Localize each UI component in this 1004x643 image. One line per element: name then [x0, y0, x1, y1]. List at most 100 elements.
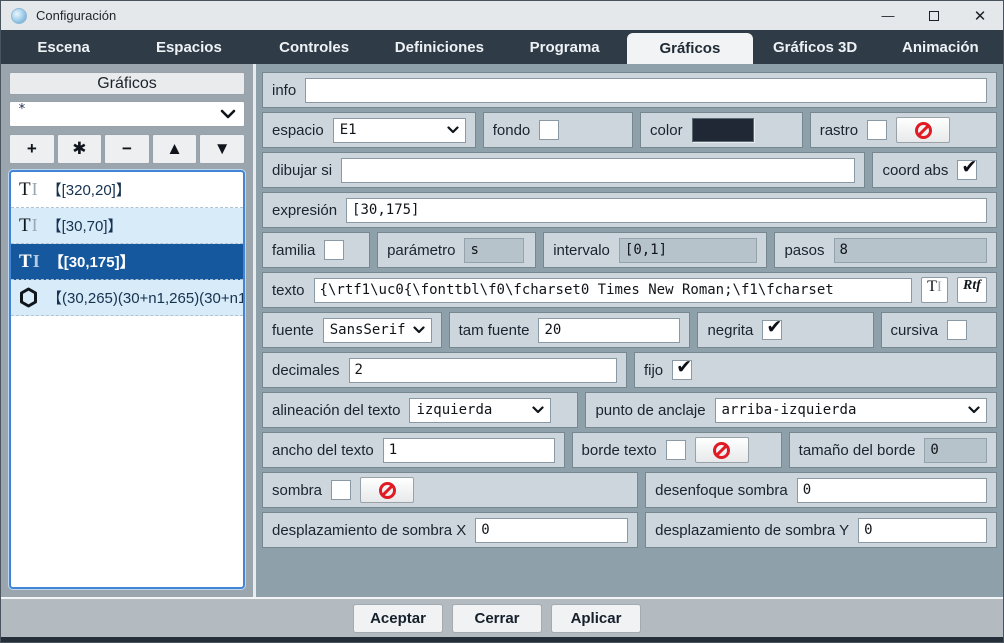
tamano-borde-label: tamaño del borde — [799, 442, 916, 459]
color-label: color — [650, 122, 683, 139]
tam-fuente-label: tam fuente — [459, 322, 530, 339]
familia-label: familia — [272, 242, 315, 259]
plain-text-button[interactable]: TI — [921, 277, 948, 303]
graphics-list: TI 【[320,20]】 TI 【[30,70]】 TI 【[30,175]】 — [9, 170, 245, 589]
alineacion-select[interactable]: izquierda — [409, 398, 551, 423]
desp-y-label: desplazamiento de sombra Y — [655, 522, 849, 539]
intervalo-cell: intervalo — [543, 232, 767, 268]
anclaje-label: punto de anclaje — [595, 402, 705, 419]
intervalo-label: intervalo — [553, 242, 610, 259]
checkmark: ✔ — [676, 358, 692, 377]
cursiva-checkbox[interactable] — [947, 320, 967, 340]
desp-y-input[interactable] — [858, 518, 987, 543]
borde-texto-checkbox[interactable] — [666, 440, 686, 460]
maximize-button[interactable] — [911, 1, 957, 30]
configuration-window: Configuración — ✕ Escena Espacios Contro… — [0, 0, 1004, 643]
tam-fuente-cell: tam fuente — [449, 312, 691, 348]
graphics-filter-combobox[interactable]: * — [9, 101, 245, 127]
list-item-selected[interactable]: TI 【[30,175]】 — [11, 244, 243, 280]
anclaje-select[interactable]: arriba-izquierda — [715, 398, 987, 423]
decimales-input[interactable] — [349, 358, 617, 383]
cerrar-button[interactable]: Cerrar — [452, 604, 542, 633]
move-up-button[interactable]: ▲ — [152, 134, 198, 164]
desenfoque-input[interactable] — [797, 478, 987, 503]
fijo-cell: fijo ✔ — [634, 352, 997, 388]
espacio-value: E1 — [340, 122, 441, 138]
dialog-footer: Aceptar Cerrar Aplicar — [1, 597, 1003, 637]
desp-x-input[interactable] — [475, 518, 628, 543]
title-bar: Configuración — ✕ — [1, 1, 1003, 30]
duplicate-graphic-button[interactable]: ✱ — [57, 134, 103, 164]
espacio-label: espacio — [272, 122, 324, 139]
familia-cell: familia — [262, 232, 370, 268]
espacio-select[interactable]: E1 — [333, 118, 466, 143]
aplicar-button[interactable]: Aplicar — [551, 604, 641, 633]
tab-animacion[interactable]: Animación — [878, 30, 1003, 64]
fuente-select[interactable]: SansSerif — [323, 318, 432, 343]
alineacion-cell: alineación del texto izquierda — [262, 392, 578, 428]
expresion-input[interactable] — [346, 198, 987, 223]
list-item[interactable]: 【(30,265)(30+n1,265)(30+n1 — [11, 280, 243, 316]
minimize-icon: — — [882, 8, 895, 23]
negrita-cell: negrita ✔ — [697, 312, 873, 348]
tab-graficos-3d[interactable]: Gráficos 3D — [753, 30, 878, 64]
rastro-no-trace-button[interactable] — [896, 117, 950, 143]
borde-texto-label: borde texto — [582, 442, 657, 459]
cursiva-cell: cursiva — [881, 312, 997, 348]
info-input[interactable] — [305, 78, 987, 103]
no-entry-icon — [379, 482, 396, 499]
chevron-down-icon — [220, 109, 236, 119]
tab-bar: Escena Espacios Controles Definiciones P… — [1, 30, 1003, 64]
pasos-cell: pasos — [774, 232, 997, 268]
minimize-button[interactable]: — — [865, 1, 911, 30]
ancho-texto-input[interactable] — [383, 438, 555, 463]
expresion-cell: expresión — [262, 192, 997, 228]
rtf-icon: Rtf — [963, 278, 981, 294]
fondo-cell: fondo — [483, 112, 633, 148]
tab-definiciones[interactable]: Definiciones — [377, 30, 502, 64]
window-controls: — ✕ — [865, 1, 1003, 30]
tab-escena[interactable]: Escena — [1, 30, 126, 64]
list-item-label: 【[30,175]】 — [49, 251, 135, 272]
dibujar-si-label: dibujar si — [272, 162, 332, 179]
rtf-editor-button[interactable]: Rtf — [957, 277, 987, 303]
desenfoque-cell: desenfoque sombra — [645, 472, 997, 508]
add-graphic-button[interactable]: + — [9, 134, 55, 164]
list-item[interactable]: TI 【[320,20]】 — [11, 172, 243, 208]
coord-abs-label: coord abs — [882, 162, 948, 179]
intervalo-input — [619, 238, 758, 263]
fijo-label: fijo — [644, 362, 663, 379]
tab-controles[interactable]: Controles — [252, 30, 377, 64]
texto-label: texto — [272, 282, 305, 299]
info-label: info — [272, 82, 296, 99]
tab-espacios[interactable]: Espacios — [126, 30, 251, 64]
tab-graficos[interactable]: Gráficos — [627, 33, 752, 64]
fondo-checkbox[interactable] — [539, 120, 559, 140]
aceptar-button[interactable]: Aceptar — [353, 604, 443, 633]
dibujar-si-input[interactable] — [341, 158, 855, 183]
list-item[interactable]: TI 【[30,70]】 — [11, 208, 243, 244]
sombra-no-color-button[interactable] — [360, 477, 414, 503]
tam-fuente-input[interactable] — [538, 318, 680, 343]
tab-programa[interactable]: Programa — [502, 30, 627, 64]
move-down-button[interactable]: ▼ — [199, 134, 245, 164]
negrita-checkbox[interactable]: ✔ — [762, 320, 782, 340]
window-bottom-edge — [1, 637, 1003, 642]
remove-graphic-button[interactable]: − — [104, 134, 150, 164]
close-button[interactable]: ✕ — [957, 1, 1003, 30]
familia-checkbox[interactable] — [324, 240, 344, 260]
texto-input[interactable] — [314, 278, 912, 303]
fijo-checkbox[interactable]: ✔ — [672, 360, 692, 380]
checkmark: ✔ — [961, 158, 977, 177]
borde-texto-no-color-button[interactable] — [695, 437, 749, 463]
coord-abs-checkbox[interactable]: ✔ — [957, 160, 977, 180]
rastro-checkbox[interactable] — [867, 120, 887, 140]
color-swatch[interactable] — [692, 118, 754, 142]
anclaje-value: arriba-izquierda — [722, 402, 962, 418]
text-icon: T — [927, 278, 937, 296]
sombra-checkbox[interactable] — [331, 480, 351, 500]
maximize-icon — [929, 11, 939, 21]
pasos-input — [834, 238, 988, 263]
list-item-label: 【(30,265)(30+n1,265)(30+n1 — [47, 287, 243, 308]
graphics-list-panel: Gráficos * + ✱ − ▲ ▼ TI 【[320,20]】 — [1, 64, 256, 597]
